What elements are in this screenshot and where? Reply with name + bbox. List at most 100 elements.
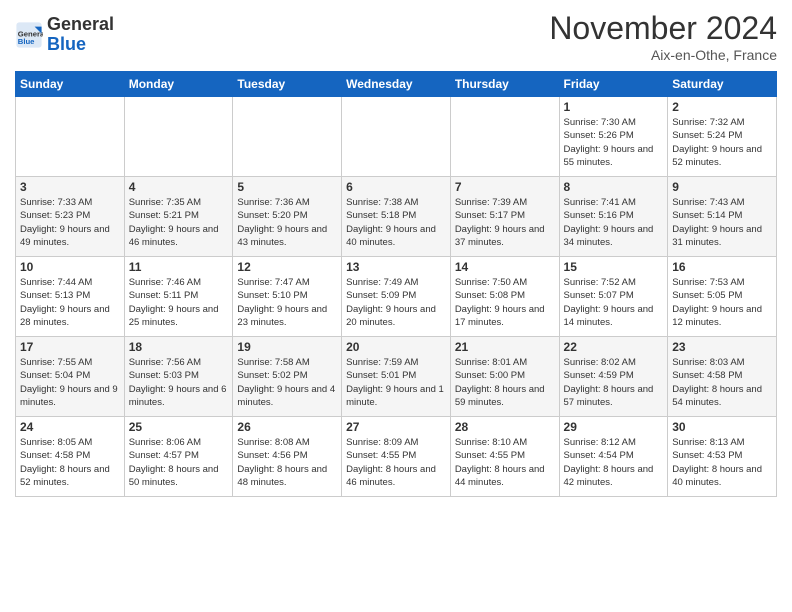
calendar-cell: 14 Sunrise: 7:50 AM Sunset: 5:08 PM Dayli… xyxy=(450,257,559,337)
day-info: Sunrise: 7:58 AM Sunset: 5:02 PM Dayligh… xyxy=(237,356,337,409)
col-header-saturday: Saturday xyxy=(668,72,777,97)
day-info: Sunrise: 7:59 AM Sunset: 5:01 PM Dayligh… xyxy=(346,356,446,409)
calendar-cell: 12Sunrise: 7:47 AM Sunset: 5:10 PM Dayli… xyxy=(233,257,342,337)
calendar-cell: 29Sunrise: 8:12 AM Sunset: 4:54 PM Dayli… xyxy=(559,417,668,497)
col-header-wednesday: Wednesday xyxy=(342,72,451,97)
svg-text:Blue: Blue xyxy=(18,37,35,46)
col-header-friday: Friday xyxy=(559,72,668,97)
day-number: 27 xyxy=(346,420,446,434)
day-info: Sunrise: 7:35 AM Sunset: 5:21 PM Dayligh… xyxy=(129,196,229,249)
calendar-cell: 15 Sunrise: 7:52 AM Sunset: 5:07 PM Dayli… xyxy=(559,257,668,337)
day-number: 8 xyxy=(564,180,664,194)
day-info: Sunrise: 7:50 AM Sunset: 5:08 PM Dayligh… xyxy=(455,276,555,329)
calendar-header-row: SundayMondayTuesdayWednesdayThursdayFrid… xyxy=(16,72,777,97)
calendar-cell: 27 Sunrise: 8:09 AM Sunset: 4:55 PM Dayli… xyxy=(342,417,451,497)
calendar-cell: 22 Sunrise: 8:02 AM Sunset: 4:59 PM Dayli… xyxy=(559,337,668,417)
calendar-cell xyxy=(124,97,233,177)
calendar-week-row: 3 Sunrise: 7:33 AM Sunset: 5:23 PM Daylig… xyxy=(16,177,777,257)
calendar-cell: 17 Sunrise: 7:55 AM Sunset: 5:04 PM Dayli… xyxy=(16,337,125,417)
day-info: Sunrise: 7:39 AM Sunset: 5:17 PM Dayligh… xyxy=(455,196,555,249)
day-number: 21 xyxy=(455,340,555,354)
day-number: 15 xyxy=(564,260,664,274)
day-info: Sunrise: 7:33 AM Sunset: 5:23 PM Dayligh… xyxy=(20,196,120,249)
day-number: 13 xyxy=(346,260,446,274)
day-info: Sunrise: 8:06 AM Sunset: 4:57 PM Dayligh… xyxy=(129,436,229,489)
day-info: Sunrise: 8:12 AM Sunset: 4:54 PM Dayligh… xyxy=(564,436,664,489)
calendar-cell: 19 Sunrise: 7:58 AM Sunset: 5:02 PM Dayli… xyxy=(233,337,342,417)
day-info: Sunrise: 7:56 AM Sunset: 5:03 PM Dayligh… xyxy=(129,356,229,409)
month-title: November 2024 xyxy=(549,10,777,47)
col-header-thursday: Thursday xyxy=(450,72,559,97)
day-number: 18 xyxy=(129,340,229,354)
day-info: Sunrise: 8:02 AM Sunset: 4:59 PM Dayligh… xyxy=(564,356,664,409)
day-number: 16 xyxy=(672,260,772,274)
calendar-cell: 5 Sunrise: 7:36 AM Sunset: 5:20 PM Daylig… xyxy=(233,177,342,257)
logo: General Blue General Blue xyxy=(15,15,114,55)
day-number: 30 xyxy=(672,420,772,434)
day-number: 6 xyxy=(346,180,446,194)
calendar-cell xyxy=(342,97,451,177)
calendar-cell: 30Sunrise: 8:13 AM Sunset: 4:53 PM Dayli… xyxy=(668,417,777,497)
day-info: Sunrise: 8:10 AM Sunset: 4:55 PM Dayligh… xyxy=(455,436,555,489)
page-header: General Blue General Blue November 2024 … xyxy=(15,10,777,63)
day-number: 9 xyxy=(672,180,772,194)
day-number: 19 xyxy=(237,340,337,354)
calendar-cell: 26 Sunrise: 8:08 AM Sunset: 4:56 PM Dayli… xyxy=(233,417,342,497)
calendar-week-row: 1 Sunrise: 7:30 AM Sunset: 5:26 PM Daylig… xyxy=(16,97,777,177)
day-info: Sunrise: 7:30 AM Sunset: 5:26 PM Dayligh… xyxy=(564,116,664,169)
day-number: 23 xyxy=(672,340,772,354)
day-info: Sunrise: 7:36 AM Sunset: 5:20 PM Dayligh… xyxy=(237,196,337,249)
calendar-cell: 8 Sunrise: 7:41 AM Sunset: 5:16 PM Daylig… xyxy=(559,177,668,257)
day-info: Sunrise: 7:32 AM Sunset: 5:24 PM Dayligh… xyxy=(672,116,772,169)
calendar-week-row: 17 Sunrise: 7:55 AM Sunset: 5:04 PM Dayli… xyxy=(16,337,777,417)
location: Aix-en-Othe, France xyxy=(549,47,777,63)
day-number: 3 xyxy=(20,180,120,194)
day-number: 5 xyxy=(237,180,337,194)
calendar-cell: 25 Sunrise: 8:06 AM Sunset: 4:57 PM Dayli… xyxy=(124,417,233,497)
calendar-cell: 10Sunrise: 7:44 AM Sunset: 5:13 PM Dayli… xyxy=(16,257,125,337)
calendar-cell xyxy=(233,97,342,177)
calendar-cell: 13Sunrise: 7:49 AM Sunset: 5:09 PM Dayli… xyxy=(342,257,451,337)
logo-blue: Blue xyxy=(47,34,86,54)
logo-icon: General Blue xyxy=(15,21,43,49)
day-number: 14 xyxy=(455,260,555,274)
day-number: 17 xyxy=(20,340,120,354)
day-number: 1 xyxy=(564,100,664,114)
day-info: Sunrise: 7:38 AM Sunset: 5:18 PM Dayligh… xyxy=(346,196,446,249)
calendar-cell: 16 Sunrise: 7:53 AM Sunset: 5:05 PM Dayli… xyxy=(668,257,777,337)
day-number: 22 xyxy=(564,340,664,354)
day-info: Sunrise: 7:52 AM Sunset: 5:07 PM Dayligh… xyxy=(564,276,664,329)
day-info: Sunrise: 8:08 AM Sunset: 4:56 PM Dayligh… xyxy=(237,436,337,489)
calendar-cell: 2 Sunrise: 7:32 AM Sunset: 5:24 PM Daylig… xyxy=(668,97,777,177)
day-info: Sunrise: 7:53 AM Sunset: 5:05 PM Dayligh… xyxy=(672,276,772,329)
day-number: 2 xyxy=(672,100,772,114)
col-header-tuesday: Tuesday xyxy=(233,72,342,97)
logo-general: General xyxy=(47,14,114,34)
calendar-cell: 9Sunrise: 7:43 AM Sunset: 5:14 PM Daylig… xyxy=(668,177,777,257)
calendar-table: SundayMondayTuesdayWednesdayThursdayFrid… xyxy=(15,71,777,497)
day-number: 25 xyxy=(129,420,229,434)
col-header-sunday: Sunday xyxy=(16,72,125,97)
calendar-cell: 3 Sunrise: 7:33 AM Sunset: 5:23 PM Daylig… xyxy=(16,177,125,257)
day-info: Sunrise: 8:03 AM Sunset: 4:58 PM Dayligh… xyxy=(672,356,772,409)
day-number: 26 xyxy=(237,420,337,434)
calendar-cell: 11Sunrise: 7:46 AM Sunset: 5:11 PM Dayli… xyxy=(124,257,233,337)
calendar-cell: 28 Sunrise: 8:10 AM Sunset: 4:55 PM Dayli… xyxy=(450,417,559,497)
day-number: 7 xyxy=(455,180,555,194)
calendar-cell: 6 Sunrise: 7:38 AM Sunset: 5:18 PM Daylig… xyxy=(342,177,451,257)
day-info: Sunrise: 8:05 AM Sunset: 4:58 PM Dayligh… xyxy=(20,436,120,489)
day-number: 20 xyxy=(346,340,446,354)
day-number: 11 xyxy=(129,260,229,274)
day-info: Sunrise: 8:09 AM Sunset: 4:55 PM Dayligh… xyxy=(346,436,446,489)
calendar-cell: 21 Sunrise: 8:01 AM Sunset: 5:00 PM Dayli… xyxy=(450,337,559,417)
day-info: Sunrise: 8:01 AM Sunset: 5:00 PM Dayligh… xyxy=(455,356,555,409)
day-info: Sunrise: 7:41 AM Sunset: 5:16 PM Dayligh… xyxy=(564,196,664,249)
calendar-cell: 4Sunrise: 7:35 AM Sunset: 5:21 PM Daylig… xyxy=(124,177,233,257)
calendar-cell: 24Sunrise: 8:05 AM Sunset: 4:58 PM Dayli… xyxy=(16,417,125,497)
day-info: Sunrise: 7:55 AM Sunset: 5:04 PM Dayligh… xyxy=(20,356,120,409)
day-number: 28 xyxy=(455,420,555,434)
calendar-week-row: 10Sunrise: 7:44 AM Sunset: 5:13 PM Dayli… xyxy=(16,257,777,337)
day-info: Sunrise: 7:44 AM Sunset: 5:13 PM Dayligh… xyxy=(20,276,120,329)
calendar-cell: 7 Sunrise: 7:39 AM Sunset: 5:17 PM Daylig… xyxy=(450,177,559,257)
calendar-week-row: 24Sunrise: 8:05 AM Sunset: 4:58 PM Dayli… xyxy=(16,417,777,497)
